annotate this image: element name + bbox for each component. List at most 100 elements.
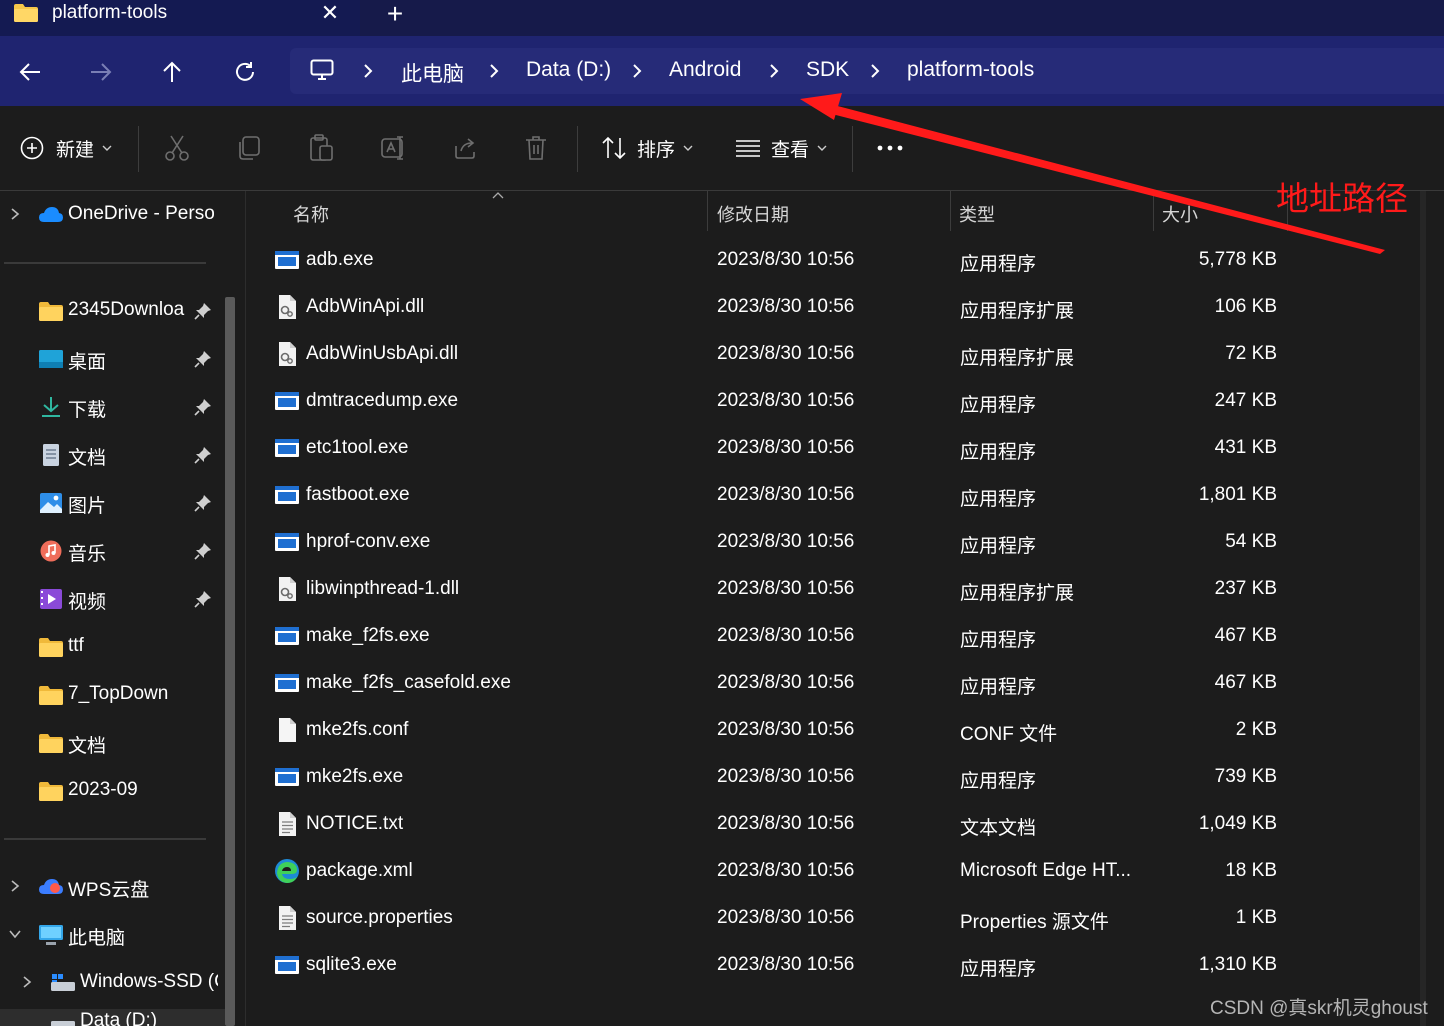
delete-button[interactable] [524,132,548,164]
watermark: CSDN @真skr机灵ghoust [1210,998,1428,1019]
file-row[interactable]: etc1tool.exe 2023/8/30 10:56 应用程序 431 KB [246,425,1346,472]
column-divider[interactable] [950,191,951,231]
breadcrumb-this-pc[interactable]: 此电脑 [401,58,464,88]
breadcrumb-sdk[interactable]: SDK [806,58,849,82]
sidebar-item-pinned[interactable]: 图片 [0,481,225,525]
close-icon[interactable]: ✕ [318,0,342,26]
sidebar-item-pinned[interactable]: 桌面 [0,337,225,381]
navigation-pane: OneDrive - Perso 2345Downloa 桌面 下载 文档 图片 音乐 视频… [0,191,245,1026]
file-name[interactable]: libwinpthread-1.dll [306,578,459,600]
column-header-size[interactable]: 大小 [1162,201,1198,227]
sidebar-item-label: 2345Downloa [68,299,185,320]
file-row[interactable]: make_f2fs.exe 2023/8/30 10:56 应用程序 467 KB [246,613,1346,660]
column-header-date[interactable]: 修改日期 [717,201,789,227]
file-row[interactable]: AdbWinUsbApi.dll 2023/8/30 10:56 应用程序扩展 72 … [246,331,1346,378]
sidebar-item-folder[interactable]: 7_TopDown [0,673,225,717]
sidebar-item-pinned[interactable]: 视频 [0,577,225,621]
copy-button[interactable] [236,132,262,164]
file-name[interactable]: NOTICE.txt [306,813,403,835]
sidebar-item-folder[interactable]: ttf [0,625,225,669]
column-header-name[interactable]: 名称 [293,201,329,227]
pin-icon[interactable] [194,494,212,512]
sidebar-item-pinned[interactable]: 文档 [0,433,225,477]
pin-icon[interactable] [194,542,212,560]
file-name[interactable]: AdbWinUsbApi.dll [306,343,458,365]
computer-icon[interactable] [310,59,334,81]
file-row[interactable]: package.xml 2023/8/30 10:56 Microsoft Edge… [246,848,1346,895]
file-name[interactable]: adb.exe [306,249,374,271]
chevron-right-icon[interactable] [486,61,502,81]
sort-button[interactable]: 排序 [601,132,693,164]
chevron-right-icon[interactable] [8,879,22,893]
sidebar-item-onedrive[interactable]: OneDrive - Perso [0,193,225,237]
chevron-right-icon[interactable] [360,61,376,81]
chevron-right-icon[interactable] [867,61,883,81]
chevron-right-icon[interactable] [766,61,782,81]
back-button[interactable] [12,54,48,90]
file-row[interactable]: make_f2fs_casefold.exe 2023/8/30 10:56 应用程… [246,660,1346,707]
rename-button[interactable] [380,132,408,164]
sidebar-item-folder[interactable]: 2023-09 [0,769,225,813]
file-row[interactable]: NOTICE.txt 2023/8/30 10:56 文本文档 1,049 KB [246,801,1346,848]
pin-icon[interactable] [194,590,212,608]
view-button[interactable]: 查看 [735,132,827,164]
file-name[interactable]: mke2fs.exe [306,766,403,788]
file-name[interactable]: hprof-conv.exe [306,531,430,553]
file-name[interactable]: mke2fs.conf [306,719,408,741]
pin-icon[interactable] [194,302,212,320]
file-list-scrollbar[interactable] [1420,191,1426,1026]
pin-icon[interactable] [194,398,212,416]
cut-button[interactable] [164,132,190,164]
file-row[interactable]: adb.exe 2023/8/30 10:56 应用程序 5,778 KB [246,237,1346,284]
refresh-button[interactable] [227,54,263,90]
file-row[interactable]: hprof-conv.exe 2023/8/30 10:56 应用程序 54 KB [246,519,1346,566]
file-name[interactable]: sqlite3.exe [306,954,397,976]
file-name[interactable]: package.xml [306,860,413,882]
up-button[interactable] [154,54,190,90]
breadcrumb-data-drive[interactable]: Data (D:) [526,58,611,82]
file-name[interactable]: make_f2fs.exe [306,625,430,647]
column-divider[interactable] [707,191,708,231]
breadcrumb-platform-tools[interactable]: platform-tools [907,58,1034,82]
sidebar-item-windows-ssd[interactable]: Windows-SSD (C [0,961,225,1005]
sidebar-scrollbar[interactable] [225,297,235,1026]
file-row[interactable]: sqlite3.exe 2023/8/30 10:56 应用程序 1,310 KB [246,942,1346,989]
more-options-button[interactable] [876,132,904,164]
file-name[interactable]: etc1tool.exe [306,437,408,459]
file-name[interactable]: fastboot.exe [306,484,410,506]
sidebar-item-folder[interactable]: 文档 [0,721,225,765]
file-row[interactable]: source.properties 2023/8/30 10:56 Properti… [246,895,1346,942]
forward-button[interactable] [83,54,119,90]
share-button[interactable] [452,132,478,164]
file-row[interactable]: fastboot.exe 2023/8/30 10:56 应用程序 1,801 KB [246,472,1346,519]
file-row[interactable]: mke2fs.conf 2023/8/30 10:56 CONF 文件 2 KB [246,707,1346,754]
column-divider[interactable] [1153,191,1154,231]
file-row[interactable]: libwinpthread-1.dll 2023/8/30 10:56 应用程序扩展… [246,566,1346,613]
pin-icon[interactable] [194,446,212,464]
sidebar-item-data-drive[interactable]: Data (D:) [0,1009,225,1026]
sidebar-item-pinned[interactable]: 2345Downloa [0,289,225,333]
new-button[interactable]: 新建 [20,132,112,164]
chevron-down-icon[interactable] [8,927,22,941]
sidebar-item-pinned[interactable]: 音乐 [0,529,225,573]
chevron-right-icon[interactable] [629,61,645,81]
chevron-right-icon[interactable] [20,975,34,989]
sidebar-item-this-pc[interactable]: 此电脑 [0,913,225,957]
address-bar[interactable]: 此电脑 Data (D:) Android SDK platform-tools [290,48,1444,94]
file-name[interactable]: make_f2fs_casefold.exe [306,672,511,694]
paste-button[interactable] [308,132,334,164]
file-name[interactable]: source.properties [306,907,453,929]
file-name[interactable]: AdbWinApi.dll [306,296,424,318]
pin-icon[interactable] [194,350,212,368]
file-row[interactable]: dmtracedump.exe 2023/8/30 10:56 应用程序 247 KB [246,378,1346,425]
breadcrumb-android[interactable]: Android [669,58,741,82]
file-row[interactable]: AdbWinApi.dll 2023/8/30 10:56 应用程序扩展 106 KB [246,284,1346,331]
tab-platform-tools[interactable]: platform-tools ✕ [0,0,360,36]
sidebar-item-wps-cloud[interactable]: WPS云盘 [0,865,225,909]
file-name[interactable]: dmtracedump.exe [306,390,458,412]
column-header-type[interactable]: 类型 [959,201,995,227]
new-tab-button[interactable]: + [383,0,407,30]
file-row[interactable]: mke2fs.exe 2023/8/30 10:56 应用程序 739 KB [246,754,1346,801]
chevron-right-icon[interactable] [8,207,22,221]
sidebar-item-pinned[interactable]: 下载 [0,385,225,429]
